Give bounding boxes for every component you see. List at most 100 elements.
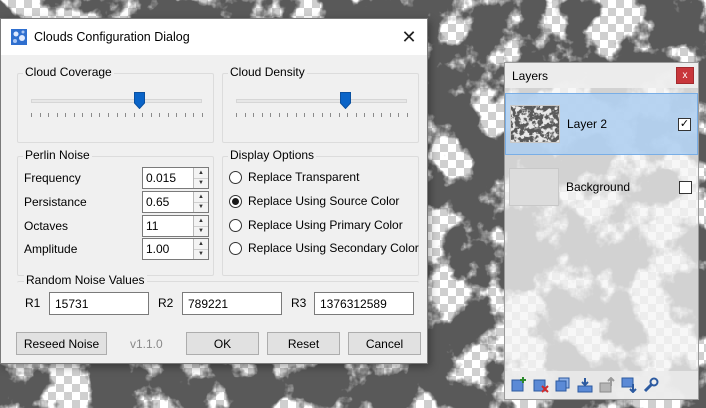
dialog-titlebar[interactable]: Clouds Configuration Dialog ✕ [1, 19, 427, 55]
r2-input[interactable] [182, 292, 282, 315]
radio-label: Replace Using Secondary Color [248, 241, 419, 255]
move-down-icon[interactable] [620, 376, 638, 394]
slider-tick [304, 113, 306, 117]
amplitude-spinner[interactable]: ▲▼ [142, 238, 209, 260]
frequency-input[interactable] [143, 168, 193, 188]
ok-button[interactable]: OK [186, 332, 259, 355]
layers-titlebar[interactable]: Layers x [505, 63, 698, 88]
layer-name: Background [566, 180, 631, 194]
frequency-label: Frequency [24, 171, 81, 185]
slider-tick [407, 113, 408, 117]
spin-up-icon[interactable]: ▲ [194, 168, 208, 178]
duplicate-layer-icon[interactable] [554, 376, 572, 394]
slider-tick [338, 113, 340, 117]
octaves-label: Octaves [24, 219, 69, 233]
reset-button[interactable]: Reset [267, 332, 340, 355]
slider-tick [133, 113, 135, 117]
r3-input[interactable] [314, 292, 414, 315]
radio-circle[interactable] [229, 241, 242, 255]
slider-tick [287, 113, 289, 117]
radio-label: Replace Using Source Color [248, 194, 400, 208]
checkmark-icon: ✓ [679, 117, 690, 130]
spin-down-icon[interactable]: ▼ [194, 225, 208, 236]
radio-replace-transparent[interactable]: Replace Transparent [229, 170, 359, 184]
slider-tick [321, 113, 323, 117]
slider-tick [312, 113, 314, 117]
slider-tick [142, 113, 144, 117]
spin-up-icon[interactable]: ▲ [194, 239, 208, 249]
octaves-spinner[interactable]: ▲▼ [142, 215, 209, 237]
slider-tick [116, 113, 118, 117]
delete-layer-icon[interactable] [532, 376, 550, 394]
cloud-density-group: Cloud Density [222, 65, 419, 143]
slider-tick [253, 113, 255, 117]
slider-tick [330, 113, 332, 117]
perlin-noise-label: Perlin Noise [23, 148, 92, 162]
amplitude-label: Amplitude [24, 242, 78, 256]
slider-tick [236, 113, 237, 117]
layers-close-button[interactable]: x [676, 67, 694, 84]
slider-tick [31, 113, 32, 117]
slider-tick [244, 113, 246, 117]
spin-up-icon[interactable]: ▲ [194, 216, 208, 226]
close-button[interactable]: ✕ [391, 19, 427, 55]
merge-down-icon[interactable] [576, 376, 594, 394]
layer-properties-icon[interactable] [642, 376, 660, 394]
slider-tick [176, 113, 178, 117]
slider-ticks [236, 113, 408, 117]
reseed-noise-button[interactable]: Reseed Noise [16, 332, 107, 355]
clouds-dialog: Clouds Configuration Dialog ✕ Cloud Cove… [0, 18, 428, 364]
layer-row-layer-2[interactable]: Layer 2 ✓ [505, 93, 698, 155]
slider-tick [159, 113, 161, 117]
radio-replace-primary-color[interactable]: Replace Using Primary Color [229, 218, 403, 232]
layer-thumbnail [510, 105, 560, 143]
octaves-input[interactable] [143, 216, 193, 236]
cloud-density-slider[interactable] [236, 90, 408, 120]
slider-tick [82, 113, 84, 117]
radio-circle[interactable] [229, 194, 242, 208]
r2-label: R2 [158, 296, 174, 310]
slider-thumb[interactable] [340, 92, 352, 109]
r1-input[interactable] [49, 292, 149, 315]
persistance-input[interactable] [143, 192, 193, 212]
radio-circle[interactable] [229, 170, 242, 184]
slider-track [236, 99, 407, 103]
dialog-title: Clouds Configuration Dialog [34, 30, 190, 44]
slider-tick [73, 113, 75, 117]
layer-visibility-checkbox[interactable]: ✓ [679, 180, 692, 194]
slider-tick [278, 113, 280, 117]
spin-down-icon[interactable]: ▼ [194, 177, 208, 188]
slider-tick [90, 113, 92, 117]
slider-tick [99, 113, 101, 117]
radio-replace-secondary-color[interactable]: Replace Using Secondary Color [229, 241, 419, 255]
slider-tick [381, 113, 383, 117]
random-noise-label: Random Noise Values [24, 273, 147, 287]
layer-row-background[interactable]: Background ✓ [505, 156, 698, 218]
move-up-icon[interactable] [598, 376, 616, 394]
amplitude-input[interactable] [143, 239, 193, 259]
add-layer-icon[interactable] [510, 376, 528, 394]
layers-title: Layers [512, 68, 549, 83]
close-icon: ✕ [401, 26, 417, 47]
slider-tick [347, 113, 349, 117]
slider-tick [295, 113, 297, 117]
frequency-spinner[interactable]: ▲▼ [142, 167, 209, 189]
layer-thumbnail [509, 168, 559, 206]
cloud-coverage-label: Cloud Coverage [23, 65, 114, 79]
layer-visibility-checkbox[interactable]: ✓ [678, 117, 691, 131]
spin-down-icon[interactable]: ▼ [194, 201, 208, 212]
spin-up-icon[interactable]: ▲ [194, 192, 208, 202]
radio-circle[interactable] [229, 218, 242, 232]
close-icon: x [682, 70, 688, 81]
radio-replace-source-color[interactable]: Replace Using Source Color [229, 194, 399, 208]
slider-tick [167, 113, 169, 117]
slider-ticks [31, 113, 203, 117]
slider-tick [107, 113, 109, 117]
slider-thumb[interactable] [133, 92, 145, 109]
slider-tick [364, 113, 366, 117]
spin-down-icon[interactable]: ▼ [194, 248, 208, 259]
slider-tick [398, 113, 400, 117]
cloud-coverage-slider[interactable] [31, 90, 203, 120]
persistance-spinner[interactable]: ▲▼ [142, 191, 209, 213]
cancel-button[interactable]: Cancel [348, 332, 421, 355]
